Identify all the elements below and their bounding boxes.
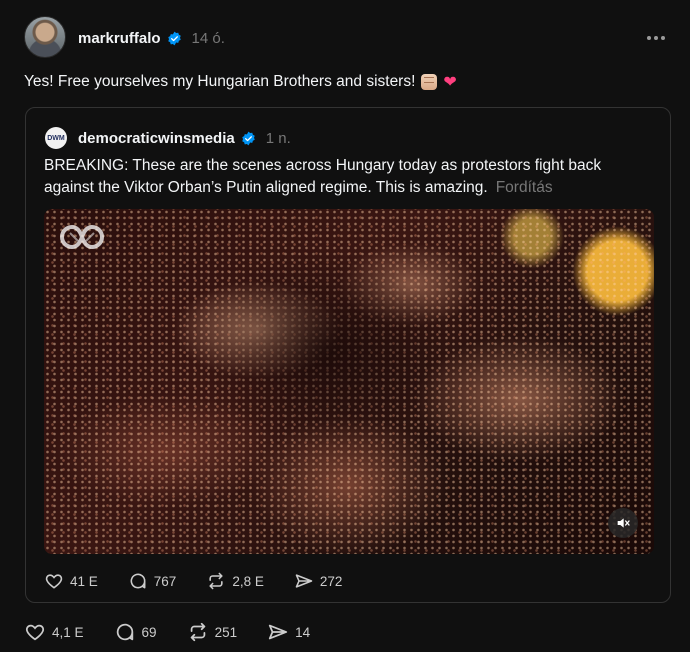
quoted-username-link[interactable]: democraticwinsmedia: [78, 130, 235, 147]
quoted-share-button[interactable]: 272: [294, 571, 343, 591]
post-body: Yes! Free yourselves my Hungarian Brothe…: [24, 73, 416, 90]
user-avatar[interactable]: [24, 16, 66, 58]
reply-count: 69: [141, 624, 157, 640]
quoted-repost-count: 2,8 E: [232, 573, 264, 589]
quoted-like-count: 41 E: [70, 573, 98, 589]
send-icon: [268, 624, 288, 640]
quoted-reply-button[interactable]: 767: [128, 571, 177, 591]
speaker-muted-icon: [617, 518, 630, 528]
like-button[interactable]: 4,1 E: [24, 621, 84, 643]
post-header: markruffalo 14 ó.: [78, 27, 225, 49]
username-link[interactable]: markruffalo: [78, 30, 161, 47]
pink-heart-emoji-icon: ❤: [443, 74, 457, 91]
quoted-post-header: democraticwinsmedia 1 n.: [78, 127, 291, 149]
share-button[interactable]: 14: [267, 621, 310, 643]
share-count: 14: [295, 624, 311, 640]
quoted-share-count: 272: [319, 573, 343, 589]
post-time[interactable]: 14 ó.: [192, 30, 225, 47]
verified-badge-icon: [241, 131, 256, 146]
post-text: Yes! Free yourselves my Hungarian Brothe…: [24, 72, 457, 92]
comment-icon: [130, 573, 146, 589]
video-player[interactable]: [44, 209, 654, 554]
heart-icon: [45, 574, 63, 589]
quoted-post-time[interactable]: 1 n.: [266, 130, 291, 147]
heart-icon: [25, 624, 45, 641]
quoted-post-card[interactable]: DWM democraticwinsmedia 1 n. BREAKING: T…: [25, 107, 671, 603]
post-actions: 4,1 E 69 251 14: [24, 620, 340, 644]
quoted-post-text: BREAKING: These are the scenes across Hu…: [44, 155, 644, 199]
repost-icon: [209, 572, 223, 590]
quoted-reply-count: 767: [153, 573, 177, 589]
verified-badge-icon: [167, 31, 182, 46]
more-options-icon[interactable]: [644, 26, 668, 50]
comment-icon: [116, 623, 133, 641]
raised-fist-emoji-icon: [421, 74, 438, 90]
quoted-post-actions: 41 E 767 2,8 E 272: [44, 569, 372, 593]
thread-post: markruffalo 14 ó. Yes! Free yourselves m…: [0, 0, 690, 652]
repost-count: 251: [214, 624, 238, 640]
quoted-like-button[interactable]: 41 E: [44, 571, 98, 591]
reply-button[interactable]: 69: [114, 621, 157, 643]
send-icon: [295, 574, 313, 588]
watermark-logo-icon: [59, 224, 105, 250]
like-count: 4,1 E: [52, 624, 84, 640]
repost-icon: [190, 622, 205, 642]
mute-toggle-button[interactable]: [608, 508, 638, 538]
translate-link[interactable]: Fordítás: [496, 179, 553, 196]
quoted-repost-button[interactable]: 2,8 E: [206, 571, 264, 591]
quoted-user-avatar[interactable]: DWM: [45, 127, 67, 149]
repost-button[interactable]: 251: [187, 621, 238, 643]
